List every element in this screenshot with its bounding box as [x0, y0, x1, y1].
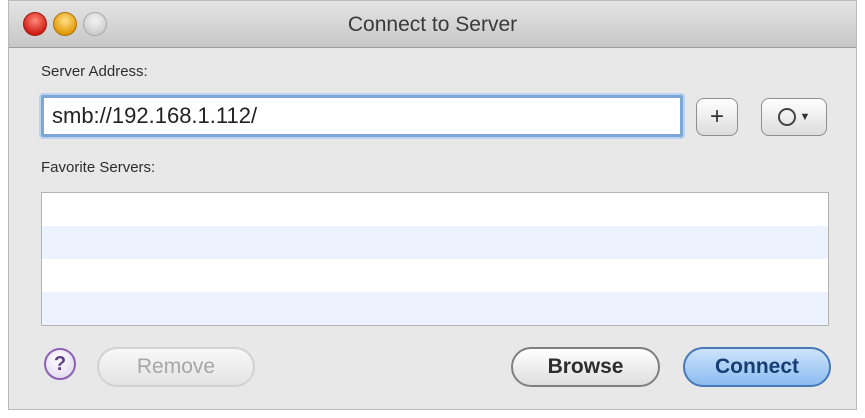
connect-button[interactable]: Connect	[683, 347, 831, 387]
server-options-button[interactable]: ▼	[761, 98, 827, 136]
list-item	[42, 259, 828, 292]
title-bar[interactable]: Connect to Server	[9, 1, 856, 48]
list-item	[42, 226, 828, 259]
server-address-label: Server Address:	[41, 63, 148, 80]
list-item	[42, 292, 828, 325]
connect-to-server-window: Connect to Server Server Address: + ▼ Fa…	[8, 0, 857, 410]
remove-button[interactable]: Remove	[97, 347, 255, 387]
gear-icon	[777, 108, 796, 126]
favorite-servers-list[interactable]	[41, 192, 829, 326]
list-item	[42, 193, 828, 226]
browse-button[interactable]: Browse	[511, 347, 660, 387]
favorite-servers-label: Favorite Servers:	[41, 159, 156, 176]
help-button[interactable]: ?	[44, 348, 76, 380]
chevron-down-icon: ▼	[799, 111, 811, 123]
window-title: Connect to Server	[347, 13, 518, 36]
add-favorite-button[interactable]: +	[696, 98, 738, 136]
server-address-input[interactable]	[41, 95, 683, 137]
